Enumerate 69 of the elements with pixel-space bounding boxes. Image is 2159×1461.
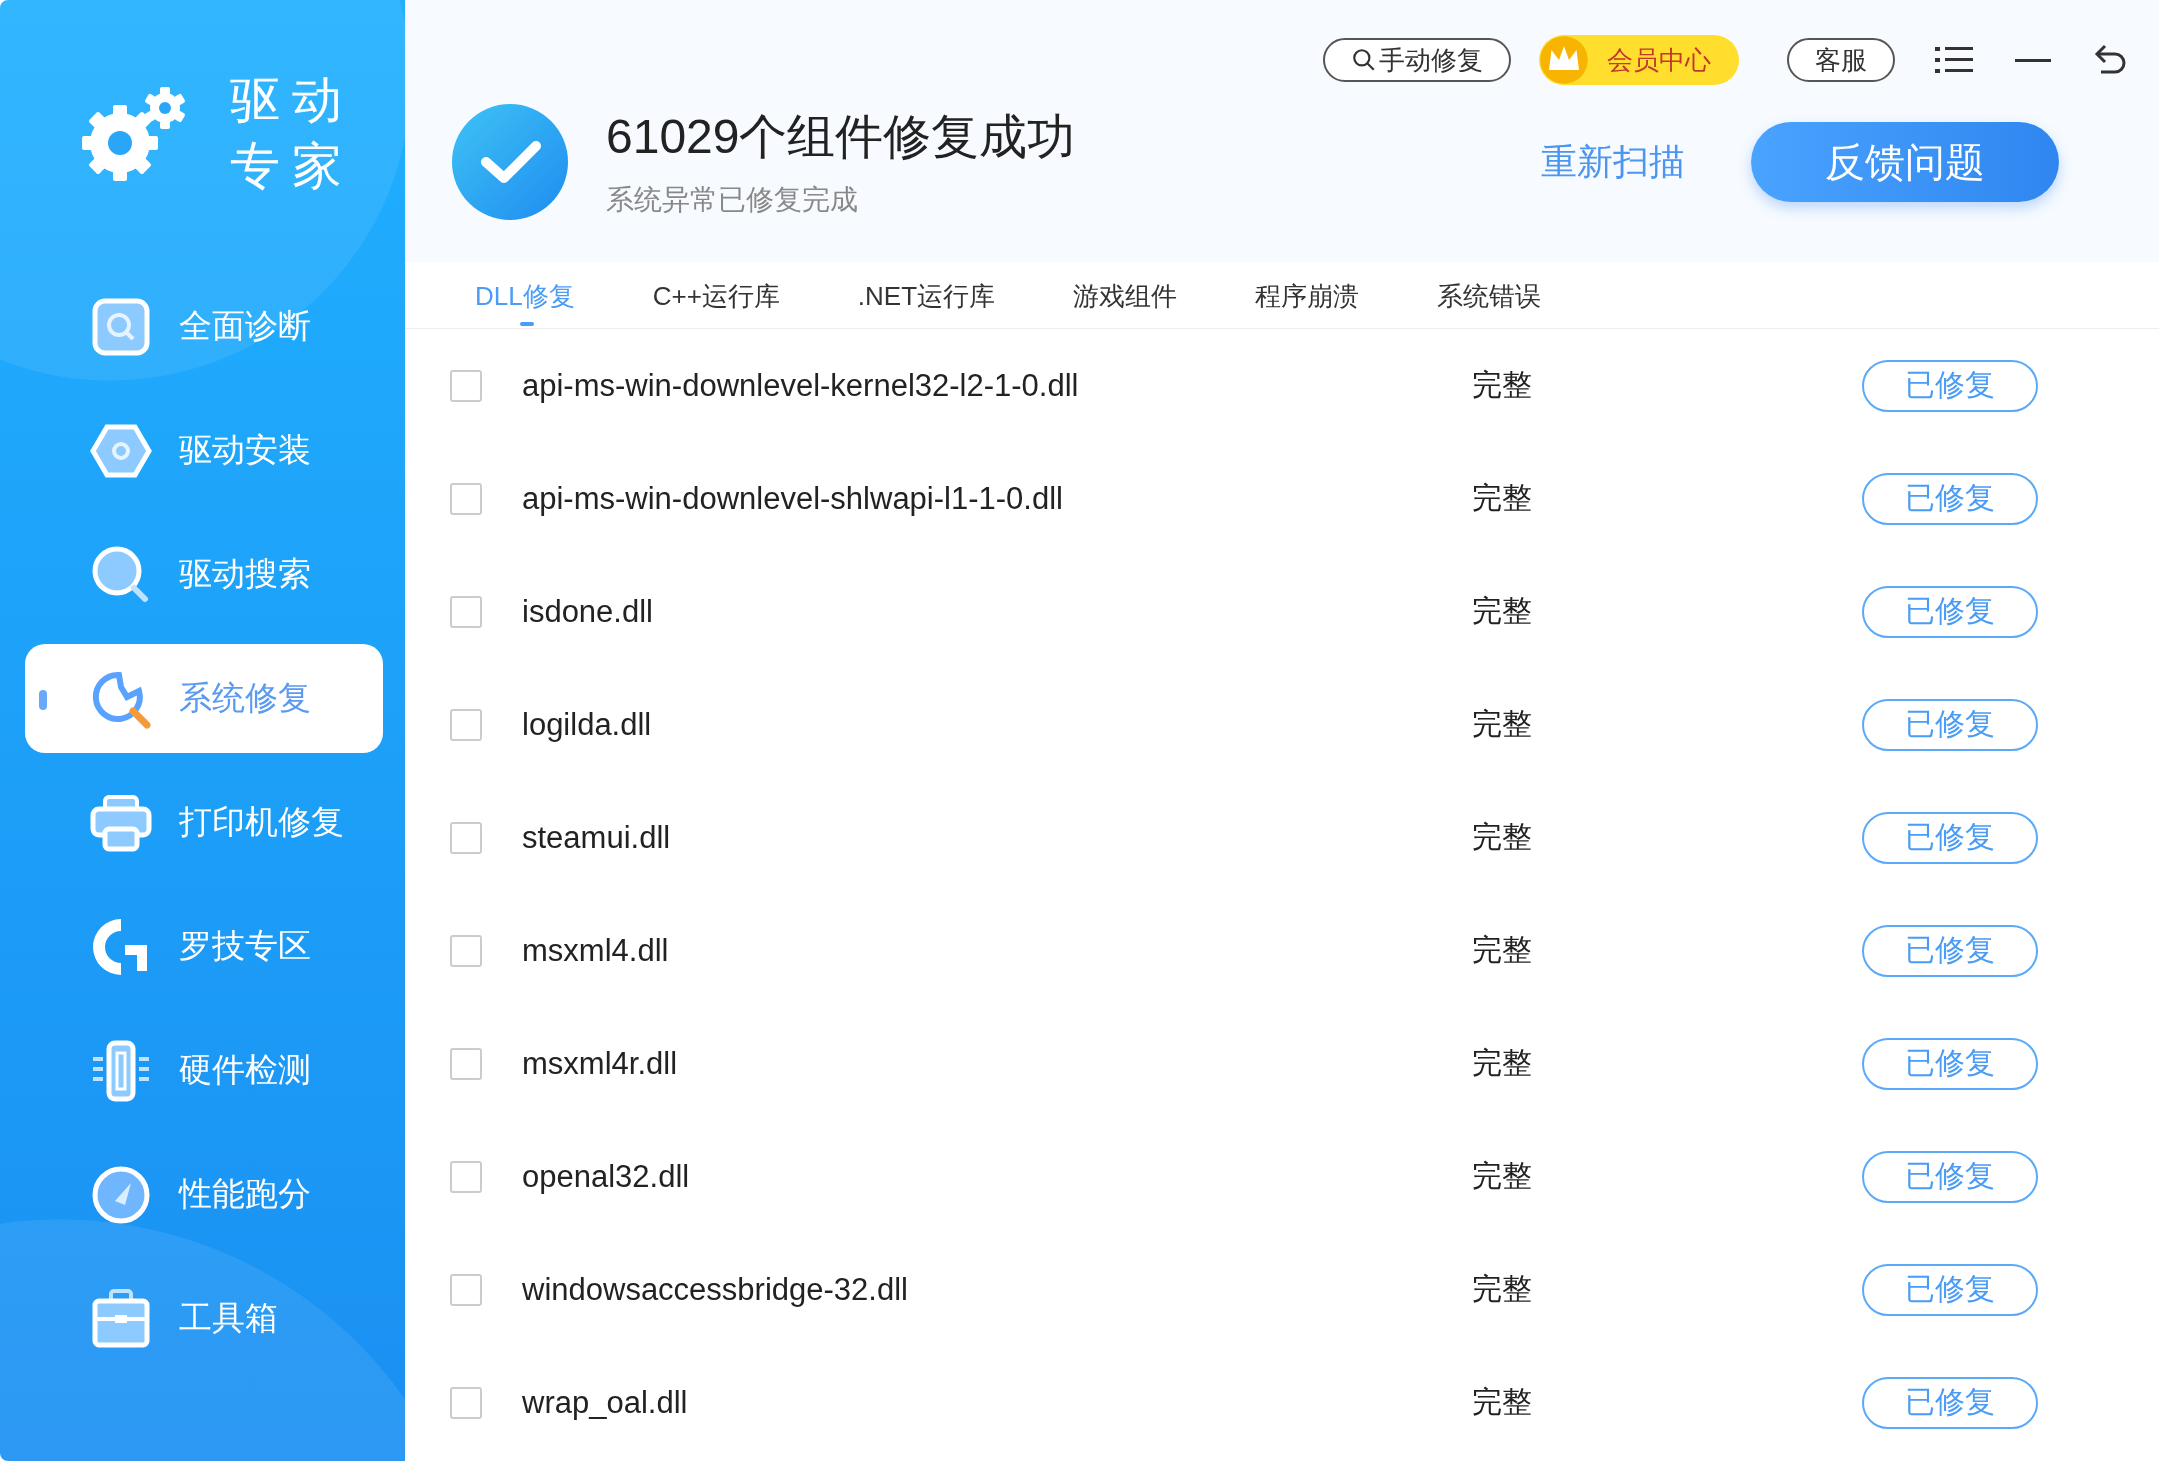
file-name: openal32.dll: [522, 1158, 691, 1195]
result-subtitle: 系统异常已修复完成: [606, 183, 859, 217]
nav-item[interactable]: 硬件检测: [25, 1016, 383, 1125]
nav-item[interactable]: 罗技专区: [25, 892, 383, 1001]
checkbox[interactable]: [450, 934, 482, 967]
status-text: 完整: [1472, 932, 1533, 968]
status-text: 完整: [1472, 819, 1533, 855]
status-text: 完整: [1472, 706, 1533, 742]
member-center-button[interactable]: 会员中心: [1539, 35, 1739, 85]
file-name: logilda.dll: [522, 706, 653, 743]
status-text: 完整: [1472, 1384, 1533, 1420]
manual-repair-button[interactable]: 手动修复: [1323, 38, 1511, 82]
checkbox[interactable]: [450, 1386, 482, 1419]
status-text: 完整: [1472, 1045, 1533, 1081]
search-icon: [1351, 47, 1377, 73]
repaired-button[interactable]: 已修复: [1862, 585, 2038, 638]
tab[interactable]: 程序崩溃: [1255, 268, 1360, 328]
checkbox[interactable]: [450, 369, 482, 402]
file-name: api-ms-win-downlevel-shlwapi-l1-1-0.dll: [522, 480, 1064, 517]
nav-item[interactable]: 驱动安装: [25, 396, 383, 505]
status-text: 完整: [1472, 1271, 1533, 1307]
repaired-button[interactable]: 已修复: [1862, 1150, 2038, 1203]
file-name: windowsaccessbridge-32.dll: [522, 1271, 909, 1308]
file-name: wrap_oal.dll: [522, 1384, 689, 1421]
checkbox[interactable]: [450, 821, 482, 854]
success-check-icon: [450, 102, 570, 222]
support-button[interactable]: 客服: [1787, 38, 1895, 82]
repaired-button[interactable]: 已修复: [1862, 1263, 2038, 1316]
checkbox[interactable]: [450, 708, 482, 741]
repaired-button[interactable]: 已修复: [1862, 1037, 2038, 1090]
crown-icon: [1539, 35, 1589, 85]
tab[interactable]: 游戏组件: [1073, 268, 1178, 328]
status-text: 完整: [1472, 480, 1533, 516]
active-marker: [39, 690, 47, 710]
status-text: 完整: [1472, 367, 1533, 403]
status-text: 完整: [1472, 593, 1533, 629]
menu-icon[interactable]: [1935, 45, 1975, 75]
file-name: isdone.dll: [522, 593, 654, 630]
tab[interactable]: C++运行库: [652, 268, 780, 328]
file-name: msxml4r.dll: [522, 1045, 678, 1082]
file-name: msxml4.dll: [522, 932, 670, 969]
logo-text: 专家: [230, 137, 354, 196]
checkbox[interactable]: [450, 1047, 482, 1080]
feedback-button[interactable]: 反馈问题: [1751, 122, 2059, 202]
repaired-button[interactable]: 已修复: [1862, 698, 2038, 751]
tab[interactable]: 系统错误: [1437, 268, 1542, 328]
nav-item[interactable]: 打印机修复: [25, 768, 383, 877]
nav-item[interactable]: 性能跑分: [25, 1140, 383, 1249]
tab[interactable]: .NET运行库: [857, 268, 996, 328]
file-name: api-ms-win-downlevel-kernel32-l2-1-0.dll: [522, 367, 1080, 404]
checkbox[interactable]: [450, 1273, 482, 1306]
repaired-button[interactable]: 已修复: [1862, 811, 2038, 864]
tab[interactable]: DLL修复: [475, 268, 575, 328]
repaired-button[interactable]: 已修复: [1862, 359, 2038, 412]
nav-item[interactable]: 系统修复: [25, 644, 383, 753]
checkbox[interactable]: [450, 1160, 482, 1193]
checkbox[interactable]: [450, 595, 482, 628]
result-title: 61029个组件修复成功: [606, 109, 1077, 165]
nav-item[interactable]: 驱动搜索: [25, 520, 383, 629]
file-name: steamui.dll: [522, 819, 672, 856]
nav-item[interactable]: 全面诊断: [25, 272, 383, 381]
logo-text: 驱动: [230, 71, 354, 130]
repaired-button[interactable]: 已修复: [1862, 924, 2038, 977]
checkbox[interactable]: [450, 482, 482, 515]
repaired-button[interactable]: 已修复: [1862, 1376, 2038, 1429]
rescan-link[interactable]: 重新扫描: [1541, 137, 1685, 187]
nav-item[interactable]: 工具箱: [25, 1264, 383, 1373]
status-text: 完整: [1472, 1158, 1533, 1194]
repaired-button[interactable]: 已修复: [1862, 472, 2038, 525]
